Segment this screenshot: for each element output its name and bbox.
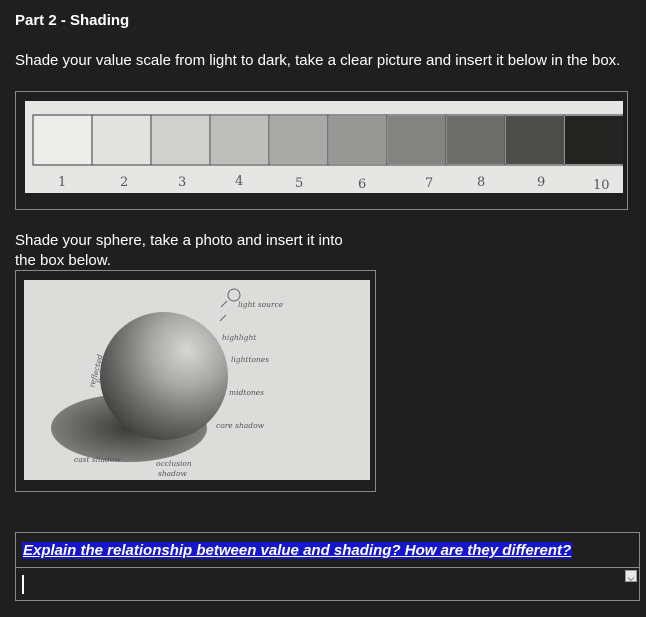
sphere-image-box[interactable]: light source highlight lighttones midton… [15, 270, 376, 492]
part-heading: Part 2 - Shading [15, 12, 130, 29]
value-scale-instruction: Shade your value scale from light to dar… [15, 52, 621, 69]
label-light-source: light source [238, 300, 284, 309]
scale-number-3: 3 [178, 175, 186, 190]
value-scale-photo: 1 2 3 4 5 6 7 8 9 10 [25, 101, 623, 193]
scale-number-9: 9 [537, 175, 545, 190]
label-lighttones: lighttones [231, 355, 269, 364]
label-occlusion-shadow: shadow [158, 469, 187, 478]
label-cast-shadow: cast shadow [74, 455, 121, 464]
question-text: Explain the relationship between value a… [22, 542, 573, 559]
label-midtones: midtones [229, 388, 264, 397]
scale-number-6: 6 [358, 177, 366, 192]
sphere-photo: light source highlight lighttones midton… [24, 280, 370, 480]
scale-number-4: 4 [235, 174, 243, 189]
answer-field[interactable] [16, 568, 639, 600]
label-highlight: highlight [222, 333, 257, 342]
question-table: Explain the relationship between value a… [15, 532, 640, 601]
scale-number-2: 2 [120, 175, 128, 190]
scale-number-5: 5 [295, 176, 303, 191]
scale-number-1: 1 [58, 175, 66, 190]
value-scale-image-box[interactable]: 1 2 3 4 5 6 7 8 9 10 [15, 91, 628, 210]
scale-number-8: 8 [477, 175, 485, 190]
label-occlusion: occlusion [156, 459, 192, 468]
question-row: Explain the relationship between value a… [16, 533, 639, 568]
chevron-down-icon [627, 577, 635, 582]
content-control-dropdown[interactable] [625, 570, 637, 582]
scale-number-7: 7 [425, 176, 433, 191]
scale-number-10: 10 [593, 178, 610, 193]
text-cursor [22, 575, 24, 594]
sphere-instruction: Shade your sphere, take a photo and inse… [15, 232, 343, 269]
label-core-shadow: core shadow [216, 421, 265, 430]
